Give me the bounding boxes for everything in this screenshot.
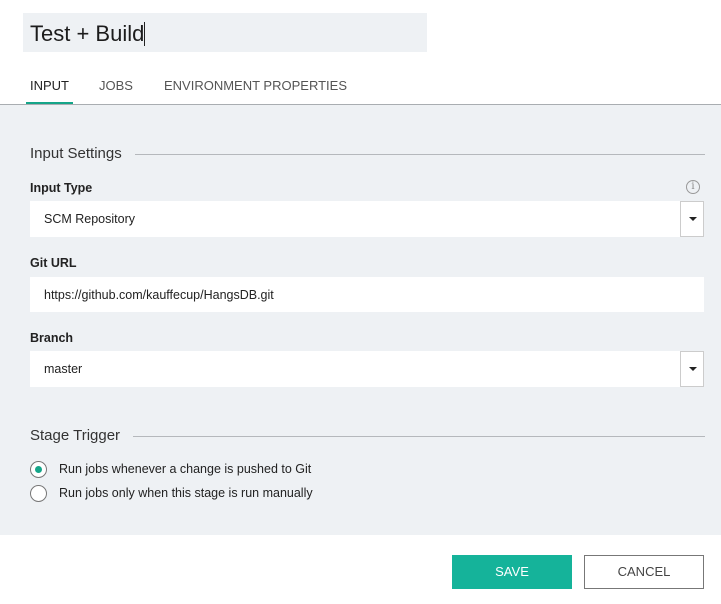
radio-push-trigger[interactable]: [30, 461, 47, 478]
tab-input[interactable]: INPUT: [30, 78, 69, 93]
radio-push-trigger-label[interactable]: Run jobs whenever a change is pushed to …: [59, 462, 311, 476]
text-cursor: [144, 22, 146, 46]
stage-name-text: Test + Build: [30, 21, 145, 46]
save-button[interactable]: SAVE: [452, 555, 572, 589]
branch-select[interactable]: master: [30, 351, 704, 387]
input-settings-heading: Input Settings: [30, 145, 122, 162]
tab-jobs[interactable]: JOBS: [99, 78, 133, 93]
branch-value: master: [44, 362, 83, 376]
branch-label: Branch: [30, 331, 74, 345]
tab-environment-properties[interactable]: ENVIRONMENT PROPERTIES: [164, 78, 347, 93]
input-type-value: SCM Repository: [44, 212, 135, 226]
radio-manual-trigger-label[interactable]: Run jobs only when this stage is run man…: [59, 486, 313, 500]
input-type-label: Input Type: [30, 181, 93, 195]
info-icon[interactable]: i: [686, 180, 700, 194]
chevron-down-icon[interactable]: [680, 351, 704, 387]
section-divider: [133, 436, 705, 437]
git-url-label: Git URL: [30, 256, 77, 270]
cancel-button[interactable]: CANCEL: [584, 555, 704, 589]
radio-manual-trigger[interactable]: [30, 485, 47, 502]
section-divider: [135, 154, 705, 155]
chevron-down-icon[interactable]: [680, 201, 704, 237]
stage-name-input[interactable]: Test + Build: [23, 13, 427, 52]
git-url-input[interactable]: https://github.com/kauffecup/HangsDB.git: [30, 277, 704, 312]
input-type-select[interactable]: SCM Repository: [30, 201, 704, 237]
stage-trigger-heading: Stage Trigger: [30, 427, 121, 444]
